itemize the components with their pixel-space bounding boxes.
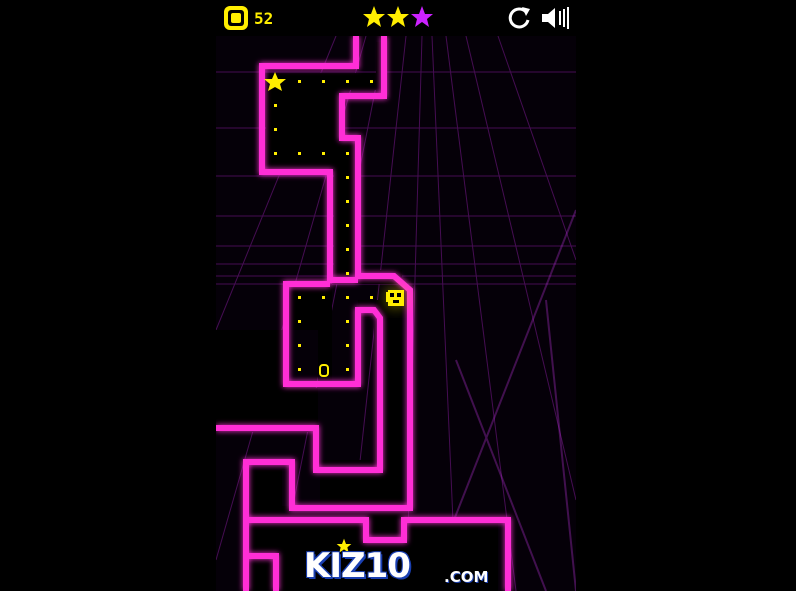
dot — [346, 272, 349, 275]
logo-brand-text: KIZ10 — [304, 546, 411, 586]
dot — [346, 368, 349, 371]
dot — [274, 104, 277, 107]
dot — [346, 248, 349, 251]
restart-icon[interactable] — [506, 5, 532, 31]
dot — [298, 344, 301, 347]
dot — [298, 80, 301, 83]
level-stars — [362, 4, 434, 32]
dot — [346, 224, 349, 227]
player-character — [386, 288, 406, 308]
coin-icon — [224, 6, 248, 30]
dot — [370, 296, 373, 299]
dot — [346, 200, 349, 203]
dot — [298, 368, 301, 371]
dot — [274, 128, 277, 131]
dot — [298, 320, 301, 323]
coin-count: 52 — [254, 9, 274, 28]
dot — [346, 344, 349, 347]
speaker-icon[interactable] — [540, 5, 570, 31]
dot — [322, 152, 325, 155]
game-canvas[interactable]: 52 KIZ10 .COM — [216, 0, 576, 591]
star-empty-icon — [411, 6, 433, 27]
dot — [298, 152, 301, 155]
dot — [346, 296, 349, 299]
dot — [346, 320, 349, 323]
star-earned-icon — [387, 6, 409, 27]
dot — [322, 296, 325, 299]
dot — [346, 176, 349, 179]
dot — [346, 80, 349, 83]
dot — [322, 80, 325, 83]
right-letterbox — [576, 0, 796, 591]
maze-board — [216, 35, 576, 591]
dot — [370, 80, 373, 83]
hud-bar: 52 — [216, 0, 576, 36]
logo-suffix-text: .COM — [444, 568, 489, 586]
dot — [298, 296, 301, 299]
sponsor-logo[interactable]: KIZ10 .COM — [304, 538, 494, 588]
dot — [274, 152, 277, 155]
dot — [346, 152, 349, 155]
star-earned-icon — [363, 6, 385, 27]
left-letterbox — [0, 0, 216, 591]
